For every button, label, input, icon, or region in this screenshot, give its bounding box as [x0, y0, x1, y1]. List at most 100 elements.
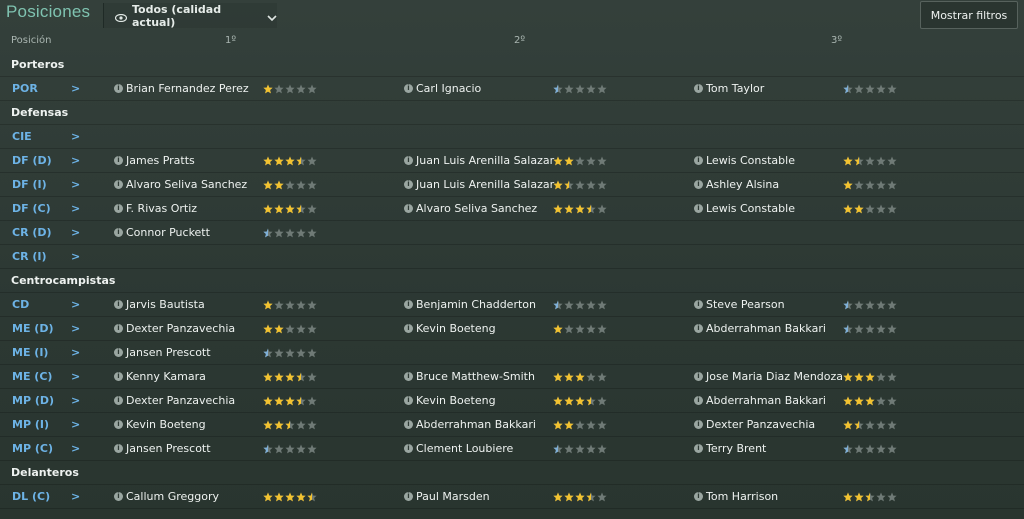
player-name[interactable]: Connor Puckett — [126, 226, 210, 239]
table-row[interactable]: MP (C) > i Jansen Prescott i Clement Loubiere… — [0, 437, 1024, 461]
player-name[interactable]: Jansen Prescott — [126, 346, 211, 359]
info-icon[interactable]: i — [404, 372, 413, 381]
player-name[interactable]: Kenny Kamara — [126, 370, 206, 383]
table-row[interactable]: CR (D) > i Connor Puckett — [0, 221, 1024, 245]
position-label[interactable]: ME (I) — [12, 346, 48, 359]
player-cell[interactable]: i Bruce Matthew-Smith — [404, 370, 535, 383]
info-icon[interactable]: i — [404, 84, 413, 93]
info-icon[interactable]: i — [694, 396, 703, 405]
chevron-right-icon[interactable]: > — [71, 250, 80, 263]
player-name[interactable]: Clement Loubiere — [416, 442, 513, 455]
player-name[interactable]: Callum Greggory — [126, 490, 219, 503]
chevron-right-icon[interactable]: > — [71, 442, 80, 455]
position-label[interactable]: CR (I) — [12, 250, 47, 263]
info-icon[interactable]: i — [694, 420, 703, 429]
player-cell[interactable]: i F. Rivas Ortiz — [114, 202, 197, 215]
table-row[interactable]: CD > i Jarvis Bautista i Benjamin Chadderton i… — [0, 293, 1024, 317]
player-name[interactable]: Jansen Prescott — [126, 442, 211, 455]
player-name[interactable]: Abderrahman Bakkari — [706, 322, 826, 335]
table-row[interactable]: DF (D) > i James Pratts i Juan Luis Arenilla … — [0, 149, 1024, 173]
position-label[interactable]: DF (D) — [12, 154, 52, 167]
player-name[interactable]: Bruce Matthew-Smith — [416, 370, 535, 383]
chevron-right-icon[interactable]: > — [71, 346, 80, 359]
player-cell[interactable]: i Tom Taylor — [694, 82, 764, 95]
player-cell[interactable]: i Brian Fernandez Perez — [114, 82, 249, 95]
player-cell[interactable]: i Connor Puckett — [114, 226, 210, 239]
position-label[interactable]: MP (I) — [12, 418, 49, 431]
player-cell[interactable]: i Callum Greggory — [114, 490, 219, 503]
info-icon[interactable]: i — [114, 396, 123, 405]
player-name[interactable]: F. Rivas Ortiz — [126, 202, 197, 215]
player-name[interactable]: Alvaro Seliva Sanchez — [416, 202, 537, 215]
info-icon[interactable]: i — [404, 396, 413, 405]
table-row[interactable]: ME (I) > i Jansen Prescott — [0, 341, 1024, 365]
info-icon[interactable]: i — [404, 300, 413, 309]
player-cell[interactable]: i Dexter Panzavechia — [694, 418, 815, 431]
position-label[interactable]: MP (D) — [12, 394, 54, 407]
table-row[interactable]: CR (I) > — [0, 245, 1024, 269]
player-cell[interactable]: i Terry Brent — [694, 442, 766, 455]
player-name[interactable]: Jose Maria Diaz Mendoza — [706, 370, 843, 383]
info-icon[interactable]: i — [694, 372, 703, 381]
info-icon[interactable]: i — [404, 324, 413, 333]
show-filters-button[interactable]: Mostrar filtros — [920, 1, 1018, 29]
player-cell[interactable]: i James Pratts — [114, 154, 195, 167]
player-cell[interactable]: i Juan Luis Arenilla Salazar — [404, 178, 554, 191]
player-name[interactable]: Abderrahman Bakkari — [706, 394, 826, 407]
info-icon[interactable]: i — [404, 444, 413, 453]
player-cell[interactable]: i Steve Pearson — [694, 298, 785, 311]
table-row[interactable]: MP (D) > i Dexter Panzavechia i Kevin Boeteng… — [0, 389, 1024, 413]
player-name[interactable]: James Pratts — [126, 154, 195, 167]
position-label[interactable]: CIE — [12, 130, 32, 143]
table-row[interactable]: CIE > — [0, 125, 1024, 149]
player-cell[interactable]: i Kenny Kamara — [114, 370, 206, 383]
chevron-right-icon[interactable]: > — [71, 202, 80, 215]
position-label[interactable]: DF (C) — [12, 202, 51, 215]
info-icon[interactable]: i — [694, 300, 703, 309]
info-icon[interactable]: i — [694, 204, 703, 213]
table-row[interactable]: DF (C) > i F. Rivas Ortiz i Alvaro Seliva San… — [0, 197, 1024, 221]
info-icon[interactable]: i — [114, 420, 123, 429]
info-icon[interactable]: i — [694, 156, 703, 165]
player-cell[interactable]: i Kevin Boeteng — [404, 322, 496, 335]
player-name[interactable]: Juan Luis Arenilla Salazar — [416, 154, 554, 167]
player-name[interactable]: Abderrahman Bakkari — [416, 418, 536, 431]
position-label[interactable]: ME (C) — [12, 370, 52, 383]
position-label[interactable]: MP (C) — [12, 442, 53, 455]
column-header-first[interactable]: 1º — [225, 35, 236, 46]
player-name[interactable]: Benjamin Chadderton — [416, 298, 536, 311]
table-row[interactable]: ME (C) > i Kenny Kamara i Bruce Matthew-Smith… — [0, 365, 1024, 389]
table-row[interactable]: POR > i Brian Fernandez Perez i Carl Ignacio i… — [0, 77, 1024, 101]
player-name[interactable]: Ashley Alsina — [706, 178, 779, 191]
player-cell[interactable]: i Abderrahman Bakkari — [404, 418, 536, 431]
info-icon[interactable]: i — [404, 492, 413, 501]
info-icon[interactable]: i — [404, 156, 413, 165]
chevron-right-icon[interactable]: > — [71, 226, 80, 239]
info-icon[interactable]: i — [404, 180, 413, 189]
info-icon[interactable]: i — [114, 180, 123, 189]
column-header-third[interactable]: 3º — [831, 35, 842, 46]
info-icon[interactable]: i — [114, 348, 123, 357]
player-name[interactable]: Kevin Boeteng — [416, 322, 496, 335]
player-cell[interactable]: i Alvaro Seliva Sanchez — [404, 202, 537, 215]
chevron-right-icon[interactable]: > — [71, 322, 80, 335]
player-name[interactable]: Lewis Constable — [706, 154, 795, 167]
chevron-right-icon[interactable]: > — [71, 370, 80, 383]
chevron-right-icon[interactable]: > — [71, 418, 80, 431]
chevron-right-icon[interactable]: > — [71, 490, 80, 503]
player-name[interactable]: Steve Pearson — [706, 298, 785, 311]
player-cell[interactable]: i Jansen Prescott — [114, 442, 211, 455]
position-label[interactable]: POR — [12, 82, 38, 95]
info-icon[interactable]: i — [114, 372, 123, 381]
player-name[interactable]: Tom Harrison — [706, 490, 778, 503]
position-label[interactable]: ME (D) — [12, 322, 53, 335]
column-header-position[interactable]: Posición — [11, 35, 52, 46]
player-cell[interactable]: i Clement Loubiere — [404, 442, 513, 455]
player-cell[interactable]: i Lewis Constable — [694, 154, 795, 167]
info-icon[interactable]: i — [404, 204, 413, 213]
player-name[interactable]: Terry Brent — [706, 442, 766, 455]
table-row[interactable]: DL (C) > i Callum Greggory i Paul Marsden i Tom… — [0, 485, 1024, 509]
info-icon[interactable]: i — [114, 156, 123, 165]
player-name[interactable]: Tom Taylor — [706, 82, 764, 95]
player-name[interactable]: Paul Marsden — [416, 490, 490, 503]
